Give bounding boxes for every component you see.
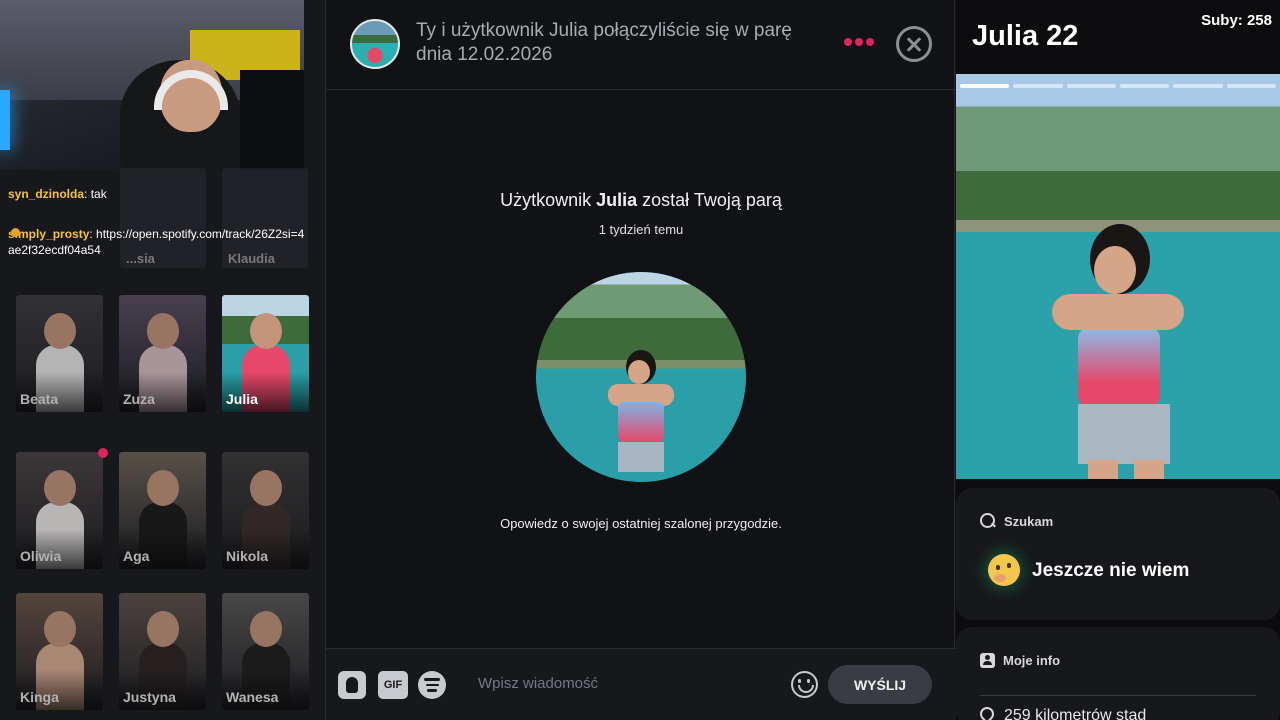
conversation-header: Ty i użytkownik Julia połączyliście się …: [326, 0, 956, 90]
seeking-value: Jeszcze nie wiem: [1032, 560, 1190, 581]
photo-progress-segment[interactable]: [1013, 84, 1063, 88]
photo-progress-segment[interactable]: [1066, 84, 1116, 88]
unread-dot-icon: [98, 448, 108, 458]
more-options-icon[interactable]: [844, 38, 874, 46]
match-title: Użytkownik Julia został Twoją parą: [500, 190, 782, 210]
match-card-name: Wanesa: [226, 689, 279, 705]
match-card-name: Aga: [123, 548, 150, 564]
match-card-name: Justyna: [123, 689, 176, 705]
match-card-name: Oliwia: [20, 548, 62, 564]
match-card-nikola[interactable]: Nikola: [222, 452, 309, 569]
match-card-zuza[interactable]: Zuza: [119, 295, 206, 412]
info-title: Moje info: [1003, 653, 1061, 668]
send-button[interactable]: WYŚLIJ: [828, 665, 932, 704]
seeking-title: Szukam: [1004, 513, 1054, 529]
match-card-name: Beata: [20, 391, 59, 407]
photo-progress-segment[interactable]: [960, 84, 1010, 88]
profile-name-age: Julia 22: [972, 20, 1079, 52]
subs-counter: Suby: 258: [1201, 12, 1272, 29]
photo-progress: [960, 84, 1276, 88]
message-input[interactable]: [478, 675, 778, 692]
webcam-overlay: [0, 0, 304, 170]
conversation-prompt: Opowiedz o swojej ostatniej szalonej prz…: [500, 516, 782, 531]
match-card-name: Nikola: [226, 548, 269, 564]
spotify-icon[interactable]: [418, 671, 446, 699]
match-card-name: Zuza: [123, 391, 155, 407]
match-profile-photo[interactable]: [536, 272, 746, 482]
matches-sidebar: ...sia Klaudia syn_dzinolda: tak simply_…: [0, 0, 325, 720]
match-card-oliwia[interactable]: Oliwia: [16, 452, 103, 569]
match-card-beata[interactable]: Beata: [16, 295, 103, 412]
match-card-kinga[interactable]: Kinga: [16, 593, 103, 710]
search-icon: [980, 513, 996, 529]
photo-icon[interactable]: [338, 671, 366, 699]
conversation-panel: Ty i użytkownik Julia połączyliście się …: [325, 0, 956, 720]
match-avatar[interactable]: [350, 19, 400, 69]
chat-badge-icon: [11, 228, 20, 237]
photo-progress-segment[interactable]: [1119, 84, 1170, 88]
chat-message: simply_prosty: https://open.spotify.com/…: [8, 227, 305, 257]
match-card-name: Kinga: [20, 689, 59, 705]
distance-text: 259 kilometrów stąd: [1004, 707, 1147, 720]
thinking-face-icon: [988, 554, 1020, 586]
emoji-icon[interactable]: [791, 671, 818, 698]
profile-photo[interactable]: [956, 74, 1280, 479]
message-composer: GIF WYŚLIJ: [326, 648, 956, 720]
match-card-justyna[interactable]: Justyna: [119, 593, 206, 710]
profile-panel: Julia 22 Suby: 258 Szukam Jeszcze nie wi…: [956, 0, 1280, 720]
match-card-name: Julia: [226, 391, 258, 407]
gif-button[interactable]: GIF: [378, 671, 408, 699]
match-card-julia[interactable]: Julia: [222, 295, 309, 412]
close-icon[interactable]: [896, 26, 932, 62]
profile-icon: [980, 653, 995, 668]
chat-username: simply_prosty: [8, 227, 90, 241]
stream-chat-overlay: syn_dzinolda: tak simply_prosty: https:/…: [8, 186, 308, 282]
chat-text: tak: [90, 187, 107, 201]
match-time: 1 tydzień temu: [598, 222, 684, 237]
match-card-wanesa[interactable]: Wanesa: [222, 593, 309, 710]
location-pin-icon: [977, 704, 997, 720]
photo-progress-segment[interactable]: [1226, 84, 1276, 88]
match-card-aga[interactable]: Aga: [119, 452, 206, 569]
divider: [980, 695, 1256, 696]
info-card: Moje info 259 kilometrów stąd: [956, 627, 1280, 720]
seeking-card: Szukam Jeszcze nie wiem: [956, 488, 1280, 620]
match-info-text: Ty i użytkownik Julia połączyliście się …: [416, 20, 792, 65]
photo-progress-segment[interactable]: [1173, 84, 1223, 88]
chat-username: syn_dzinolda: [8, 187, 85, 201]
chat-message: syn_dzinolda: tak: [8, 187, 107, 201]
